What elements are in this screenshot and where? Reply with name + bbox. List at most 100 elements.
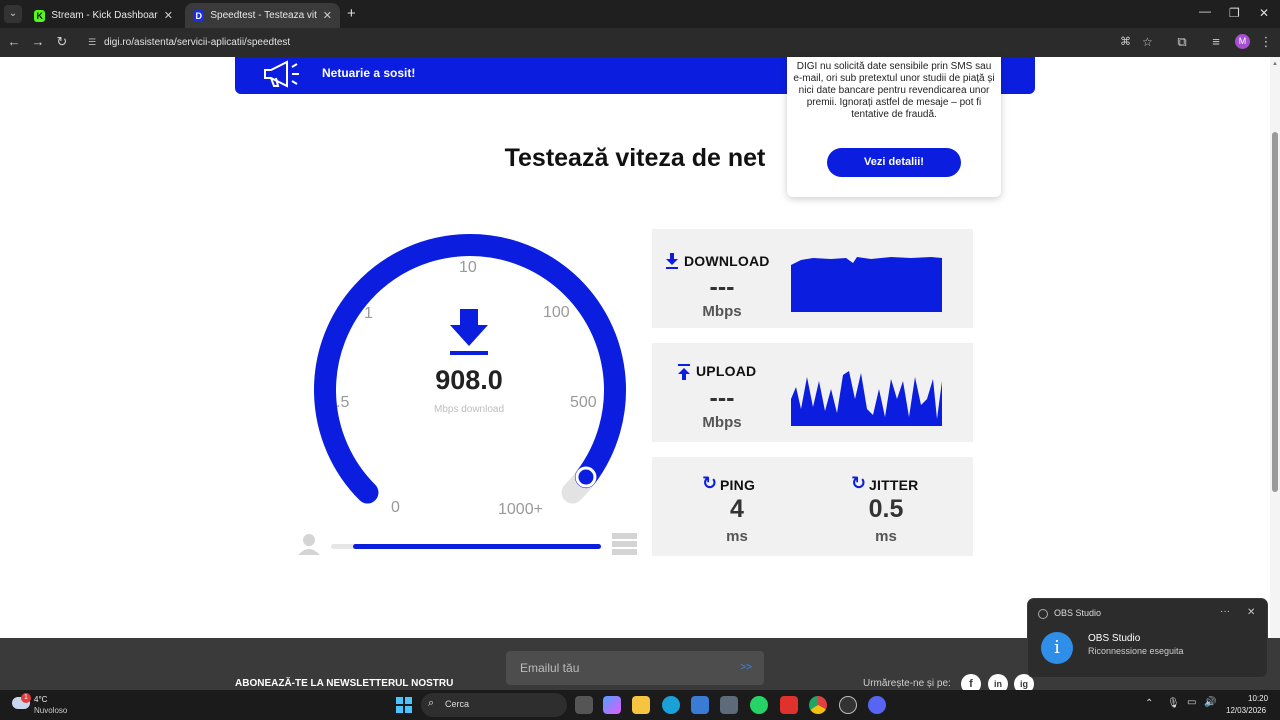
scrollbar-thumb[interactable] bbox=[1272, 132, 1278, 492]
ping-label: PING bbox=[720, 477, 756, 493]
follow-label: Urmărește-ne și pe: bbox=[863, 678, 951, 689]
search-icon: ⌕ bbox=[428, 697, 435, 709]
weather-badge: 1 bbox=[21, 693, 31, 703]
clock-date[interactable]: 12/03/2026 bbox=[1226, 706, 1266, 715]
speed-value: 908.0 bbox=[435, 365, 503, 395]
start-button[interactable] bbox=[396, 697, 412, 713]
page-scrollbar[interactable]: ▲ bbox=[1270, 57, 1280, 690]
info-icon: i bbox=[1041, 632, 1073, 664]
taskbar: 1 4°C Nuvoloso ⌕ Cerca ⌃ 🎙 ▭ 🔊 10:20 12/… bbox=[0, 690, 1280, 720]
banner-text: Netuarie a sosit! bbox=[322, 66, 416, 80]
test-progress-fill bbox=[353, 544, 601, 549]
discord-icon[interactable] bbox=[868, 696, 886, 714]
ping-refresh-icon: ↻ bbox=[702, 473, 718, 493]
download-small-icon bbox=[665, 253, 679, 269]
speed-unit: Mbps download bbox=[433, 404, 505, 415]
gauge-tick-500: 500 bbox=[570, 394, 597, 411]
gauge-tick-10: 10 bbox=[459, 259, 477, 276]
gauge-tick-0: 0 bbox=[391, 499, 400, 516]
ping-unit: ms bbox=[726, 528, 748, 545]
megaphone-icon bbox=[264, 60, 299, 88]
back-icon[interactable]: ← bbox=[6, 34, 22, 49]
whatsapp-icon[interactable] bbox=[750, 696, 768, 714]
copilot-icon[interactable] bbox=[603, 696, 621, 714]
download-panel: DOWNLOAD --- Mbps bbox=[652, 229, 973, 328]
media-icon[interactable]: ≡ bbox=[1208, 34, 1224, 49]
taskbar-search[interactable]: ⌕ Cerca bbox=[421, 693, 567, 717]
see-details-button[interactable]: Vezi detalii! bbox=[827, 148, 961, 177]
download-graph bbox=[791, 257, 942, 312]
toast-title: OBS Studio bbox=[1088, 633, 1141, 644]
address-bar[interactable]: ☰ digi.ro/asistenta/servicii-aplicatii/s… bbox=[80, 31, 1165, 54]
menu-icon[interactable]: ⋮ bbox=[1258, 34, 1274, 50]
email-placeholder: Emailul tău bbox=[520, 661, 580, 675]
gauge-tick-0-5: .5 bbox=[336, 394, 350, 411]
toast-app-name: OBS Studio bbox=[1054, 608, 1102, 618]
task-view-icon[interactable] bbox=[575, 696, 593, 714]
edge-icon[interactable] bbox=[662, 696, 680, 714]
gauge-tick-1000: 1000+ bbox=[498, 501, 543, 518]
url-text: digi.ro/asistenta/servicii-aplicatii/spe… bbox=[104, 37, 291, 48]
windows-logo-icon bbox=[396, 697, 412, 713]
server-icon bbox=[612, 533, 637, 555]
upload-label: UPLOAD bbox=[696, 363, 757, 379]
page-title: Testează viteza de net bbox=[504, 144, 766, 172]
new-tab-icon[interactable]: + bbox=[347, 5, 356, 22]
download-arrow-icon bbox=[450, 309, 488, 355]
tab-kick-dashboard[interactable]: K Stream - Kick Dashboard ✕ bbox=[26, 3, 181, 28]
file-explorer-icon[interactable] bbox=[632, 696, 650, 714]
search-label: Cerca bbox=[445, 699, 470, 709]
tab-speedtest[interactable]: D Speedtest - Testeaza viteza inte ✕ bbox=[185, 3, 340, 28]
profile-avatar[interactable]: M bbox=[1235, 34, 1250, 49]
close-tab-icon[interactable]: ✕ bbox=[164, 9, 173, 22]
gauge-needle-knob bbox=[575, 466, 597, 488]
microphone-icon[interactable]: 🎙 bbox=[1167, 698, 1180, 709]
extensions-icon[interactable]: ⧉ bbox=[1174, 34, 1190, 50]
jitter-label: JITTER bbox=[869, 477, 919, 493]
gauge-tick-1: 1 bbox=[364, 305, 373, 322]
weather-widget[interactable]: 1 4°C Nuvoloso bbox=[10, 692, 80, 718]
download-label: DOWNLOAD bbox=[684, 253, 770, 269]
wps-icon[interactable] bbox=[780, 696, 798, 714]
obs-small-icon bbox=[1038, 609, 1048, 619]
bookmark-star-icon[interactable]: ☆ bbox=[1142, 31, 1153, 54]
upload-small-icon bbox=[677, 364, 691, 385]
close-tab-icon[interactable]: ✕ bbox=[323, 9, 332, 22]
upload-panel: UPLOAD --- Mbps bbox=[652, 343, 973, 442]
email-submit-button[interactable]: >> bbox=[740, 651, 752, 685]
upload-graph bbox=[791, 371, 942, 426]
client-user-icon bbox=[298, 534, 320, 555]
close-toast-icon[interactable]: ✕ bbox=[1247, 607, 1255, 618]
reload-icon[interactable]: ↻ bbox=[54, 34, 70, 50]
close-window-icon[interactable]: ✕ bbox=[1259, 6, 1269, 20]
newsletter-label: ABONEAZĂ-TE LA NEWSLETTERUL NOSTRU bbox=[235, 678, 454, 689]
obs-notification[interactable]: OBS Studio ··· ✕ i OBS Studio Riconnessi… bbox=[1027, 598, 1268, 678]
chrome-icon[interactable] bbox=[809, 696, 827, 714]
restore-icon[interactable]: ❐ bbox=[1229, 6, 1240, 20]
store-icon[interactable] bbox=[691, 696, 709, 714]
volume-icon[interactable]: 🔊 bbox=[1204, 697, 1216, 708]
clock-time[interactable]: 10:20 bbox=[1248, 694, 1268, 703]
forward-icon[interactable]: → bbox=[30, 34, 46, 49]
kick-favicon-icon: K bbox=[34, 9, 46, 22]
download-value: --- bbox=[709, 273, 735, 301]
weather-temp: 4°C bbox=[34, 695, 48, 704]
scroll-up-icon[interactable]: ▲ bbox=[1272, 61, 1278, 67]
upload-unit: Mbps bbox=[702, 414, 742, 431]
tab-search-button[interactable]: ⌄ bbox=[4, 5, 22, 23]
toast-body: Riconnessione eseguita bbox=[1088, 646, 1184, 656]
digi-favicon-icon: D bbox=[193, 9, 205, 22]
minimize-icon[interactable]: — bbox=[1199, 4, 1211, 18]
tab-title: Stream - Kick Dashboard bbox=[51, 10, 158, 21]
gauge-tick-100: 100 bbox=[543, 304, 570, 321]
calculator-icon[interactable] bbox=[720, 696, 738, 714]
translate-icon[interactable]: ⌘ bbox=[1120, 31, 1131, 54]
tray-chevron-icon[interactable]: ⌃ bbox=[1145, 698, 1153, 709]
obs-icon[interactable] bbox=[839, 696, 857, 714]
site-info-icon[interactable]: ☰ bbox=[88, 31, 96, 54]
more-options-icon[interactable]: ··· bbox=[1220, 606, 1230, 617]
tab-title: Speedtest - Testeaza viteza inte bbox=[210, 10, 317, 21]
weather-desc: Nuvoloso bbox=[34, 706, 68, 715]
network-icon[interactable]: ▭ bbox=[1187, 697, 1196, 708]
email-input[interactable]: Emailul tău >> bbox=[506, 651, 764, 685]
